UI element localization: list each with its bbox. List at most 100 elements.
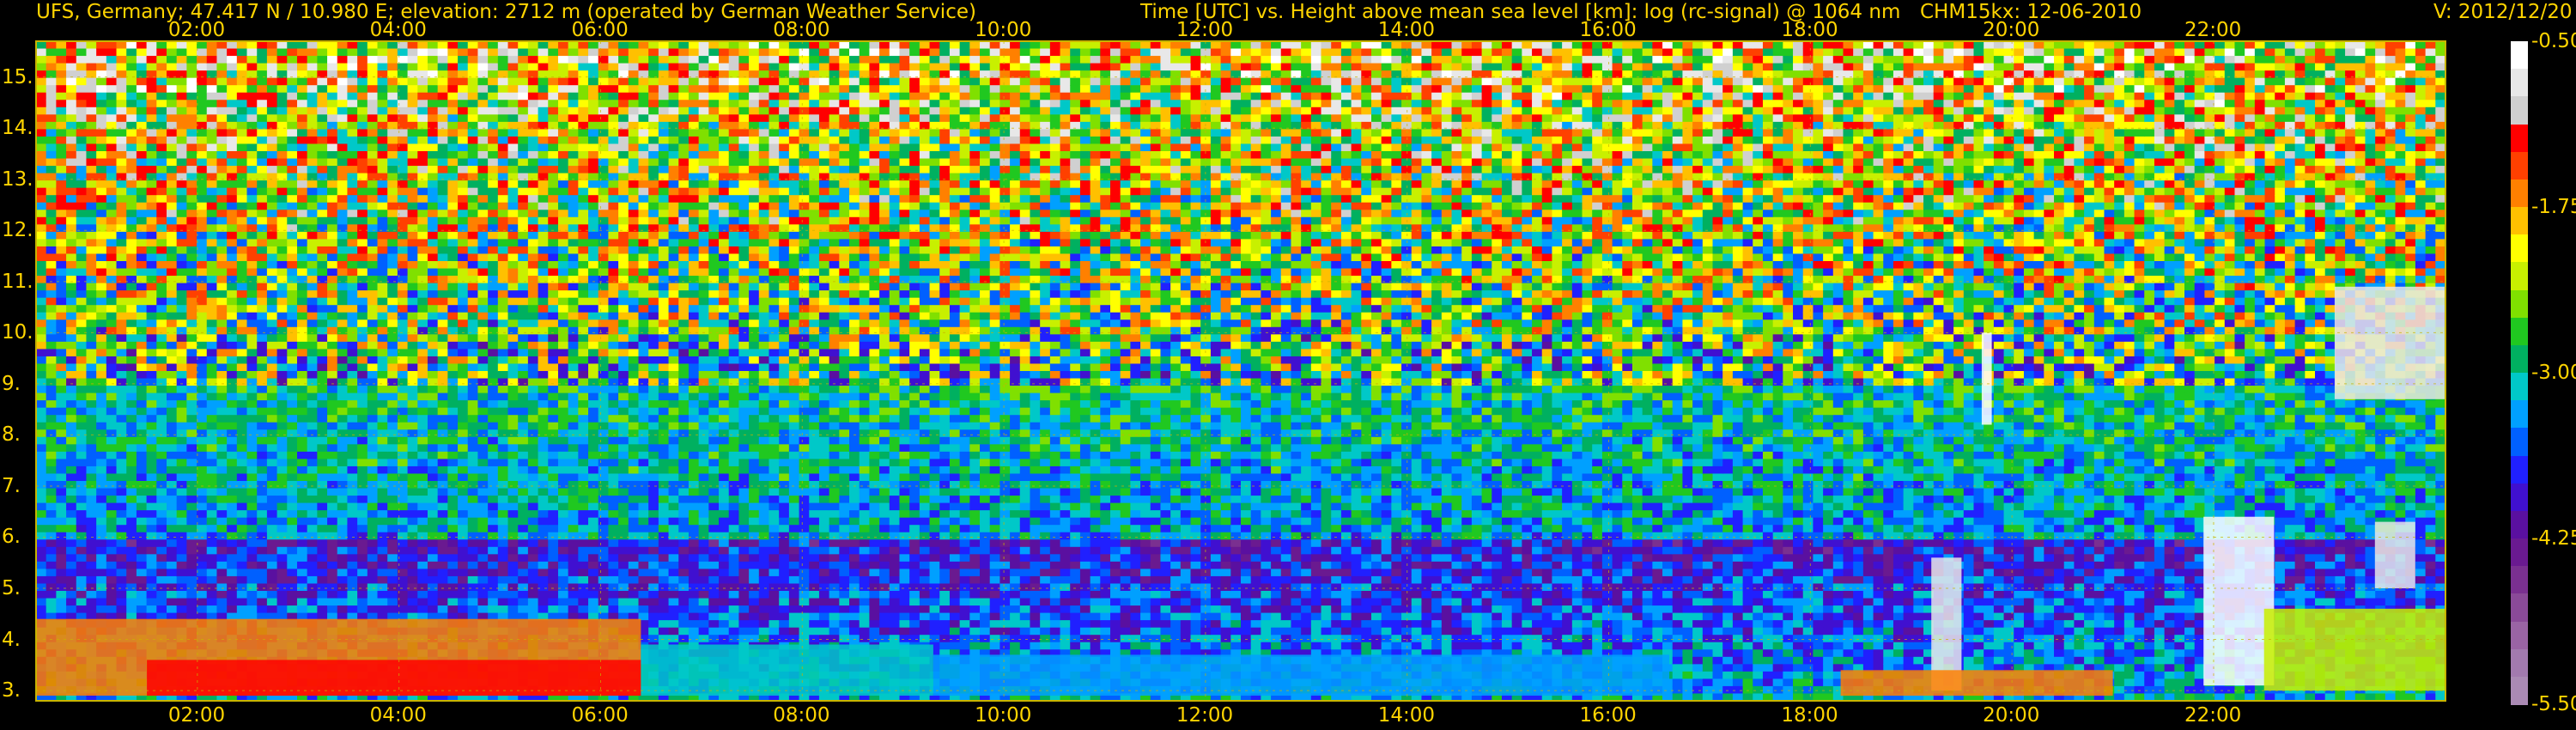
heatmap-cell <box>86 334 97 343</box>
heatmap-cell <box>367 231 379 240</box>
heatmap-cell <box>427 502 439 511</box>
heatmap-cell <box>357 488 368 496</box>
heatmap-cell <box>327 392 338 401</box>
heatmap-cell <box>96 276 107 284</box>
heatmap-cell <box>327 422 338 430</box>
heatmap-cell <box>66 195 77 204</box>
heatmap-cell <box>76 41 88 50</box>
heatmap-cell <box>437 166 448 174</box>
heatmap-cell <box>377 444 388 453</box>
heatmap-cell <box>176 334 187 343</box>
heatmap-cell <box>307 63 318 71</box>
heatmap-cell <box>467 187 479 196</box>
heatmap-cell <box>76 253 88 262</box>
heatmap-cell <box>227 305 238 313</box>
heatmap-cell <box>488 166 499 174</box>
heatmap-cell <box>236 319 248 328</box>
heatmap-cell <box>488 224 499 233</box>
heatmap-cell <box>317 239 328 247</box>
heatmap-cell <box>176 246 187 255</box>
heatmap-cell <box>36 129 47 137</box>
heatmap-cell <box>166 561 178 569</box>
heatmap-cell <box>116 561 127 569</box>
heatmap-cell <box>287 48 298 57</box>
heatmap-cell <box>538 283 549 291</box>
heatmap-cell <box>106 92 118 100</box>
heatmap-cell <box>186 407 197 416</box>
heatmap-cell <box>488 283 499 291</box>
heatmap-cell <box>578 261 589 270</box>
heatmap-cell <box>146 77 157 86</box>
heatmap-cell <box>387 356 398 365</box>
heatmap-cell <box>216 268 228 277</box>
heatmap-cell <box>76 341 88 350</box>
heatmap-cell <box>86 56 97 64</box>
heatmap-cell <box>257 63 268 71</box>
heatmap-cell <box>106 510 118 519</box>
heatmap-cell <box>96 231 107 240</box>
heatmap-cell <box>578 100 589 108</box>
heatmap-cell <box>447 459 459 467</box>
heatmap-cell <box>257 436 268 445</box>
heatmap-cell <box>266 459 278 467</box>
heatmap-cell <box>36 56 47 64</box>
heatmap-cell <box>477 598 489 606</box>
heatmap-cell <box>417 231 428 240</box>
heatmap-cell <box>276 415 288 423</box>
heatmap-cell <box>206 356 218 365</box>
heatmap-cell <box>106 100 118 108</box>
heatmap-cell <box>447 415 459 423</box>
heatmap-cell <box>527 85 539 94</box>
heatmap-cell <box>116 224 127 233</box>
heatmap-cell <box>427 444 439 453</box>
heatmap-cell <box>377 488 388 496</box>
heatmap-cell <box>276 92 288 100</box>
heatmap-cell <box>417 583 428 592</box>
heatmap-cell <box>377 415 388 423</box>
heatmap-cell <box>276 268 288 277</box>
heatmap-cell <box>236 173 248 181</box>
heatmap-cell <box>176 312 187 320</box>
heatmap-cell <box>96 371 107 380</box>
heatmap-cell <box>197 407 208 416</box>
heatmap-cell <box>427 187 439 196</box>
heatmap-cell <box>427 539 439 548</box>
heatmap-cell <box>66 276 77 284</box>
heatmap-cell <box>467 583 479 592</box>
heatmap-cell <box>507 173 519 181</box>
heatmap-cell <box>367 539 379 548</box>
heatmap-cell <box>126 63 137 71</box>
heatmap-cell <box>367 444 379 453</box>
heatmap-cell <box>206 56 218 64</box>
heatmap-cell <box>317 349 328 357</box>
heatmap-cell <box>36 283 47 291</box>
heatmap-cell <box>578 363 589 372</box>
heatmap-cell <box>548 326 559 335</box>
heatmap-cell <box>126 106 137 115</box>
heatmap-cell <box>317 92 328 100</box>
heatmap-cell <box>287 575 298 585</box>
heatmap-cell <box>136 231 148 240</box>
heatmap-cell <box>568 510 579 519</box>
heatmap-cell <box>417 187 428 196</box>
heatmap-cell <box>166 224 178 233</box>
heatmap-cell <box>488 63 499 71</box>
heatmap-cell <box>377 554 388 563</box>
heatmap-cell <box>377 41 388 50</box>
heatmap-cell <box>568 496 579 504</box>
heatmap-cell <box>36 532 47 540</box>
heatmap-cell <box>287 276 298 284</box>
heatmap-cell <box>246 195 258 204</box>
heatmap-cell <box>568 48 579 57</box>
heatmap-cell <box>347 407 358 416</box>
heatmap-cell <box>166 261 178 270</box>
top-x-tick-label: 06:00 <box>571 19 628 41</box>
heatmap-cell <box>407 400 418 409</box>
heatmap-cell <box>447 276 459 284</box>
heatmap-cell <box>206 334 218 343</box>
heatmap-cell <box>216 158 228 167</box>
heatmap-cell <box>327 283 338 291</box>
heatmap-cell <box>497 276 509 284</box>
heatmap-cell <box>136 465 148 475</box>
heatmap-cell <box>227 436 238 445</box>
